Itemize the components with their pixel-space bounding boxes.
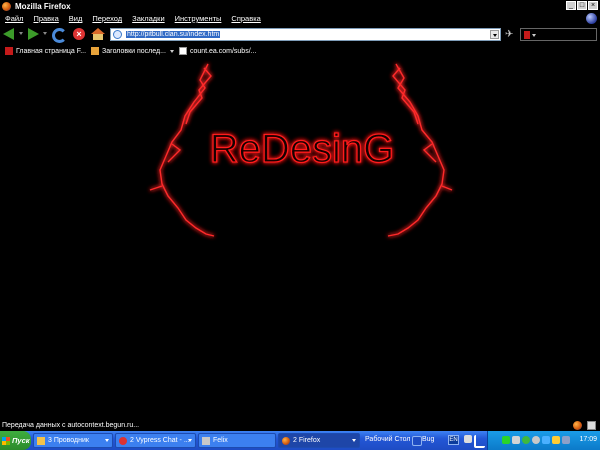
window-titlebar: Mozilla Firefox _ □ × [0,0,600,12]
forward-icon[interactable] [26,27,41,42]
windows-logo-icon [2,436,10,445]
green-u-icon[interactable] [502,436,510,444]
language-indicator[interactable]: EN [448,435,459,445]
task-label: 2 Firefox [293,437,321,444]
reload-icon[interactable] [52,28,67,43]
arrow-icon[interactable] [474,435,485,448]
green-circle-icon[interactable] [522,436,530,444]
firefox-icon [282,436,290,445]
gray-circle-icon[interactable] [532,436,540,444]
task-label: 2 Vypress Chat - ... [130,437,190,444]
chevron-down-icon [105,439,109,442]
menu-file[interactable]: Файл [5,14,23,23]
task-label: 3 Проводник [48,437,89,444]
search-box[interactable] [520,28,597,41]
forward-history-dropdown-icon[interactable] [43,32,47,35]
monitor-icon[interactable] [562,436,570,444]
desktop-toolbar-label[interactable]: Рабочий Стол [365,436,411,443]
go-icon[interactable]: ✈ [505,29,517,40]
chevron-down-icon [188,439,192,442]
taskbar-button-firefox[interactable]: 2 Firefox [278,433,360,448]
window-title: Mozilla Firefox [15,1,71,11]
chevron-down-icon [352,439,356,442]
back-history-dropdown-icon[interactable] [19,32,23,35]
page-content: ReDesinG [0,58,600,420]
tray-app-icon[interactable] [512,436,520,444]
rss-feed-icon [91,47,100,55]
menu-view[interactable]: Вид [69,14,83,23]
bookmark-item[interactable]: count.ea.com/subs/... [178,47,257,55]
volume-icon[interactable] [552,436,560,444]
bookmark-label: count.ea.com/subs/... [189,47,257,55]
desktop-icon[interactable] [412,436,422,446]
home-icon[interactable] [91,28,105,40]
status-text: Передача данных с autocontext.begun.ru..… [2,422,140,429]
bookmark-label: Заголовки послед... [102,47,166,55]
vypress-chat-icon [119,436,127,445]
start-button[interactable]: Пуск [0,431,31,450]
chevron-down-icon [169,49,174,53]
windows-taskbar: Пуск 3 Проводник 2 Vypress Chat - ... Fe… [0,431,600,450]
minimize-button[interactable]: _ [566,1,576,10]
firefox-icon [2,1,11,11]
logo-text: ReDesinG [210,127,395,171]
bookmark-folder[interactable]: Заголовки послед... [91,47,174,55]
menu-tools[interactable]: Инструменты [175,14,222,23]
menu-bookmarks[interactable]: Закладки [132,14,164,23]
taskbar-button-felix[interactable]: Felix [198,433,276,448]
close-button[interactable]: × [588,1,598,10]
taskbar-button-vypress[interactable]: 2 Vypress Chat - ... [115,433,196,448]
status-bar: Передача данных с autocontext.begun.ru..… [0,420,600,431]
site-globe-icon [113,30,122,39]
keyboard-icon[interactable] [464,435,472,443]
menu-edit[interactable]: Правка [33,14,58,23]
menu-bar: Файл Правка Вид Переход Закладки Инструм… [0,12,600,25]
task-label: Felix [213,437,228,444]
felix-app-icon [202,436,210,445]
start-label: Пуск [12,436,30,445]
left-lightning-graphic [149,63,215,237]
firefox-status-icon [573,421,582,430]
clock[interactable]: 17:09 [579,436,597,443]
menu-go[interactable]: Переход [92,14,122,23]
bookmarks-toolbar: Главная страница F... Заголовки послед..… [0,44,600,58]
bookmark-item[interactable]: Главная страница F... [5,47,86,55]
throbber-icon [586,13,597,24]
navigation-toolbar: × http://pitbull.clan.su/index.htm ✈ [0,25,600,44]
url-text[interactable]: http://pitbull.clan.su/index.htm [126,31,221,38]
system-tray: 17:09 [487,431,600,450]
search-engine-dropdown-icon[interactable] [532,34,536,37]
folder-icon [37,436,45,445]
taskbar-button-explorer[interactable]: 3 Проводник [33,433,113,448]
menu-help[interactable]: Справка [231,14,260,23]
bug-toolbar-label[interactable]: Bug [422,436,434,443]
page-icon [178,47,187,55]
search-engine-icon[interactable] [524,31,530,39]
url-history-dropdown[interactable] [490,30,499,39]
window-controls: _ □ × [566,1,598,10]
back-icon[interactable] [3,27,18,42]
page-info-icon[interactable] [587,421,596,430]
bookmark-label: Главная страница F... [16,47,87,55]
url-bar[interactable]: http://pitbull.clan.su/index.htm [110,28,501,41]
right-lightning-graphic [387,63,453,237]
network-icon[interactable] [542,436,550,444]
page-banner: ReDesinG [149,63,453,237]
stop-icon[interactable]: × [73,28,85,40]
bookmark-favicon [5,47,13,55]
maximize-button[interactable]: □ [577,1,587,10]
